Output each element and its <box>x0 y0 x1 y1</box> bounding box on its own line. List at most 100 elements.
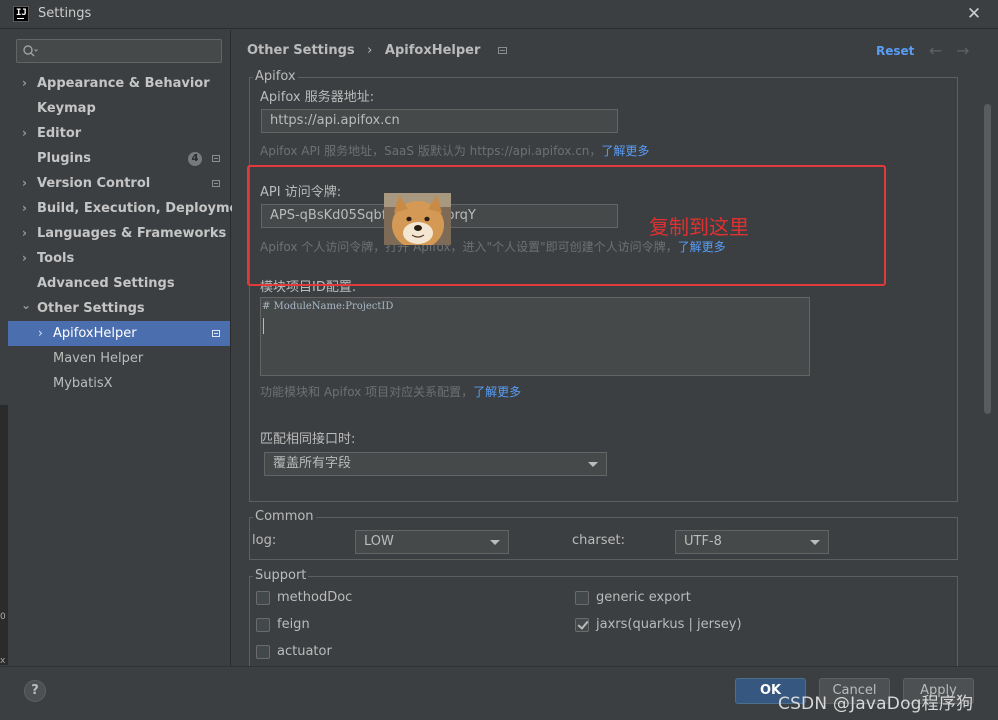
intellij-app-icon: IJ <box>13 6 29 22</box>
charset-value: UTF-8 <box>684 534 722 549</box>
sidebar-item-label: Version Control <box>37 176 151 191</box>
project-settings-icon <box>212 330 220 337</box>
chevron-right-icon: › <box>22 251 27 265</box>
dropdown-arrow-icon <box>588 462 598 467</box>
plugins-update-badge: 4 <box>188 152 202 166</box>
sidebar-item-label: Editor <box>37 126 82 141</box>
chevron-right-icon: › <box>22 201 27 215</box>
generic-export-checkbox[interactable]: generic export <box>575 590 775 608</box>
search-icon <box>23 45 38 57</box>
sidebar-item-appearance-behavior[interactable]: › Appearance & Behavior <box>8 71 230 96</box>
match-interface-value: 覆盖所有字段 <box>273 456 352 471</box>
vertical-scrollbar[interactable] <box>984 104 991 414</box>
chevron-right-icon: › <box>22 176 27 190</box>
learn-more-link[interactable]: 了解更多 <box>601 144 649 158</box>
checkbox-checked-icon <box>575 618 589 632</box>
text-caret <box>263 318 264 334</box>
sidebar-item-build-execution-deployment[interactable]: › Build, Execution, Deployment <box>8 196 254 221</box>
server-address-label: Apifox 服务器地址: <box>260 90 375 105</box>
sidebar-item-label: Other Settings <box>37 301 145 316</box>
support-group-title: Support <box>253 568 309 584</box>
chevron-right-icon: › <box>22 76 27 90</box>
sidebar-item-label: Tools <box>37 251 75 266</box>
learn-more-link[interactable]: 了解更多 <box>473 385 521 399</box>
csdn-watermark: CSDN @JavaDog程序狗 <box>778 694 974 714</box>
jaxrs-checkbox[interactable]: jaxrs(quarkus | jersey) <box>575 617 775 635</box>
checkbox-label: actuator <box>277 644 332 659</box>
background-editor-char: 0 <box>0 612 6 622</box>
checkbox-label: generic export <box>596 590 691 605</box>
methoddoc-checkbox[interactable]: methodDoc <box>256 590 456 608</box>
sidebar-item-label: Plugins <box>37 151 91 166</box>
breadcrumb-parent[interactable]: Other Settings <box>247 43 355 58</box>
dialog-footer: ? OK Cancel Apply CSDN @JavaDog程序狗 <box>0 666 998 720</box>
breadcrumb: Other Settings › ApifoxHelper <box>247 43 507 61</box>
checkbox-unchecked-icon <box>256 645 270 659</box>
window-title: Settings <box>38 6 92 21</box>
doge-face-icon <box>384 193 451 245</box>
log-level-value: LOW <box>364 534 394 549</box>
apifox-group-title: Apifox <box>253 69 298 85</box>
sidebar-item-label: Build, Execution, Deployment <box>37 201 254 216</box>
sidebar-item-apifoxhelper[interactable]: › ApifoxHelper <box>8 321 230 346</box>
project-settings-icon <box>497 47 507 54</box>
sidebar-item-editor[interactable]: › Editor <box>8 121 230 146</box>
match-interface-label: 匹配相同接口时: <box>260 432 356 447</box>
module-project-hint: 功能模块和 Apifox 项目对应关系配置，了解更多 <box>260 385 522 399</box>
sidebar-item-mybatisx[interactable]: MybatisX <box>8 371 230 396</box>
sidebar-item-label: Appearance & Behavior <box>37 76 210 91</box>
log-level-select[interactable]: LOW <box>355 530 509 554</box>
annotation-text: 复制到这里 <box>649 215 749 239</box>
settings-tree: › Appearance & Behavior Keymap › Editor … <box>8 71 254 396</box>
sidebar-item-label: Keymap <box>37 101 96 116</box>
background-editor-char: x <box>0 656 6 666</box>
breadcrumb-separator: › <box>367 43 373 58</box>
charset-select[interactable]: UTF-8 <box>675 530 829 554</box>
title-bar: IJ Settings ✕ <box>0 0 998 29</box>
checkbox-label: jaxrs(quarkus | jersey) <box>596 617 742 632</box>
background-editor-strip: 0 x <box>0 405 8 666</box>
annotation-highlight-box <box>247 165 886 286</box>
dropdown-arrow-icon <box>810 540 820 545</box>
forward-arrow-icon[interactable]: → <box>956 41 969 60</box>
settings-sidebar: › Appearance & Behavior Keymap › Editor … <box>0 30 254 666</box>
common-group: Common log: LOW charset: UTF-8 <box>249 509 958 560</box>
charset-label: charset: <box>572 533 625 548</box>
actuator-checkbox[interactable]: actuator <box>256 644 456 662</box>
checkbox-label: methodDoc <box>277 590 353 605</box>
breadcrumb-current: ApifoxHelper <box>384 43 481 58</box>
help-button[interactable]: ? <box>24 680 46 702</box>
chevron-right-icon: › <box>38 326 43 340</box>
sidebar-item-other-settings[interactable]: ⌄ Other Settings <box>8 296 230 321</box>
feign-checkbox[interactable]: feign <box>256 617 456 635</box>
server-address-hint: Apifox API 服务地址，SaaS 版默认为 https://api.ap… <box>260 144 650 158</box>
sidebar-item-label: Languages & Frameworks <box>37 226 227 241</box>
sidebar-item-plugins[interactable]: Plugins 4 <box>8 146 230 171</box>
sidebar-item-version-control[interactable]: › Version Control <box>8 171 230 196</box>
support-group: Support methodDoc generic export feign j… <box>249 568 958 666</box>
sidebar-item-languages-frameworks[interactable]: › Languages & Frameworks <box>8 221 230 246</box>
sidebar-item-label: Maven Helper <box>53 351 144 366</box>
back-arrow-icon[interactable]: ← <box>929 41 942 60</box>
common-group-title: Common <box>253 509 316 525</box>
module-project-value: # ModuleName:ProjectID <box>262 301 394 312</box>
sidebar-item-keymap[interactable]: Keymap <box>8 96 230 121</box>
sidebar-item-label: MybatisX <box>53 376 113 391</box>
checkbox-label: feign <box>277 617 310 632</box>
sidebar-item-tools[interactable]: › Tools <box>8 246 230 271</box>
sidebar-item-label: Advanced Settings <box>37 276 175 291</box>
sidebar-item-advanced-settings[interactable]: Advanced Settings <box>8 271 230 296</box>
sidebar-search-input[interactable] <box>16 39 222 63</box>
log-label: log: <box>252 533 277 548</box>
sidebar-item-maven-helper[interactable]: Maven Helper <box>8 346 230 371</box>
chevron-right-icon: › <box>22 126 27 140</box>
checkbox-unchecked-icon <box>256 591 270 605</box>
close-icon[interactable]: ✕ <box>964 3 984 25</box>
server-address-input[interactable]: https://api.apifox.cn <box>261 109 618 133</box>
match-interface-select[interactable]: 覆盖所有字段 <box>264 452 607 476</box>
reset-link[interactable]: Reset <box>876 44 914 58</box>
settings-scroll-area: Apifox Apifox 服务器地址: https://api.apifox.… <box>232 68 998 666</box>
dropdown-arrow-icon <box>490 540 500 545</box>
module-project-textarea[interactable]: # ModuleName:ProjectID <box>260 297 810 376</box>
project-settings-icon <box>212 155 220 162</box>
